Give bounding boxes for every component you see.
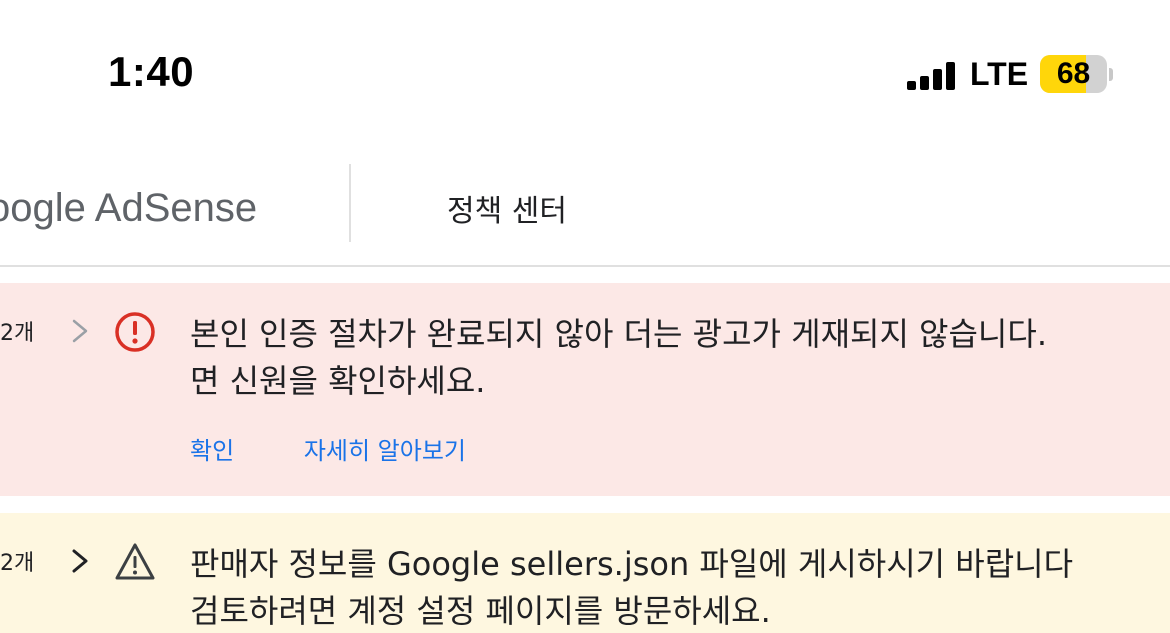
issue-message-line1: 본인 인증 절차가 완료되지 않아 더는 광고가 게재되지 않습니다. bbox=[190, 315, 1047, 353]
issue-message: 본인 인증 절차가 완료되지 않아 더는 광고가 게재되지 않습니다. 면 신원… bbox=[190, 311, 1170, 405]
warning-triangle-icon bbox=[115, 543, 155, 580]
status-time: 1:40 bbox=[108, 48, 195, 95]
battery-icon: 68 bbox=[1040, 55, 1107, 93]
issue-card-warning[interactable]: 2개 판매자 정보를 Google sellers.json 파일에 게시하시기… bbox=[0, 513, 1170, 633]
app-header: oogle AdSense 정책 센터 bbox=[0, 150, 1170, 267]
learn-more-link[interactable]: 자세히 알아보기 bbox=[304, 437, 466, 465]
verify-link[interactable]: 확인 bbox=[190, 437, 234, 465]
issue-message-line2: 면 신원을 확인하세요. bbox=[190, 362, 486, 400]
chevron-right-icon[interactable] bbox=[66, 543, 94, 579]
issue-actions: 확인 자세히 알아보기 bbox=[190, 431, 528, 466]
status-bar: 1:40 LTE 68 bbox=[0, 0, 1170, 150]
issue-count: 2개 bbox=[0, 551, 35, 576]
chevron-right-icon[interactable] bbox=[66, 313, 94, 349]
battery-percent: 68 bbox=[1056, 57, 1091, 90]
issue-message-line1: 판매자 정보를 Google sellers.json 파일에 게시하시기 바랍… bbox=[190, 545, 1074, 583]
issue-message-line2: 검토하려면 계정 설정 페이지를 방문하세요. bbox=[190, 592, 771, 630]
issue-count: 2개 bbox=[0, 321, 35, 346]
page-title: 정책 센터 bbox=[447, 194, 567, 229]
network-type: LTE bbox=[970, 56, 1029, 92]
issue-card-error[interactable]: 2개 본인 인증 절차가 완료되지 않아 더는 광고가 게재되지 않습니다. 면… bbox=[0, 283, 1170, 496]
battery-tip bbox=[1109, 68, 1113, 81]
header-divider bbox=[349, 164, 351, 242]
adsense-logo[interactable]: oogle AdSense bbox=[0, 186, 257, 231]
cellular-signal-icon bbox=[907, 62, 959, 90]
issue-message: 판매자 정보를 Google sellers.json 파일에 게시하시기 바랍… bbox=[190, 541, 1170, 633]
error-circle-icon bbox=[115, 312, 155, 352]
